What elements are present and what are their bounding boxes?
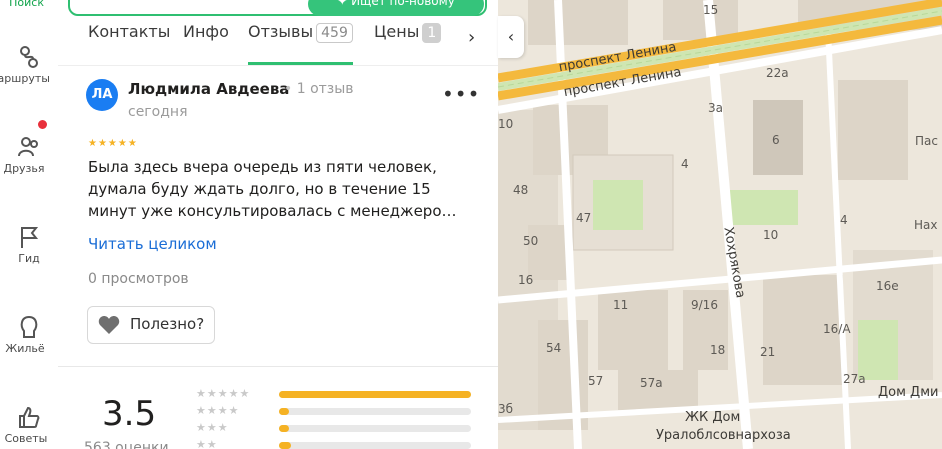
rail-item-housing[interactable]: Жильё bbox=[0, 314, 58, 355]
rail-item-label: Гид bbox=[18, 252, 40, 265]
tab-label: Отзывы bbox=[248, 22, 314, 41]
tab-count-badge: 459 bbox=[316, 23, 353, 43]
building-number: 10 bbox=[498, 117, 514, 131]
histogram-stars-4: ★★★★ bbox=[196, 404, 240, 417]
poi-label[interactable]: Дом Дми bbox=[878, 385, 938, 400]
building-number: 27а bbox=[843, 372, 866, 386]
building-number: 22а bbox=[766, 66, 789, 80]
ai-search-button-label: Ищет по-новому bbox=[351, 0, 455, 8]
author-review-count: • 1 отзыв bbox=[284, 81, 354, 97]
building-number: Пас bbox=[915, 134, 938, 148]
tab-label: Контакты bbox=[88, 22, 171, 41]
author-review-count-text: 1 отзыв bbox=[296, 81, 354, 97]
building-number: 9/16 bbox=[691, 298, 718, 312]
housing-icon bbox=[20, 315, 38, 338]
rail-search-label-fragment[interactable]: Поиск bbox=[0, 0, 44, 9]
guide-flag-icon bbox=[21, 227, 39, 248]
building-number: 4 bbox=[840, 213, 848, 227]
rail-item-label: Маршруты bbox=[0, 72, 50, 85]
review-views-count: 0 просмотров bbox=[88, 271, 189, 287]
poi-label[interactable]: Уралоблсовнархоза bbox=[656, 428, 791, 443]
tab-label: Цены bbox=[374, 22, 420, 41]
ai-search-button[interactable]: ✦ Ищет по-новому bbox=[308, 0, 484, 16]
building-number: 57а bbox=[640, 376, 663, 390]
useful-button[interactable]: Полезно? bbox=[87, 306, 215, 344]
more-options-icon[interactable]: ••• bbox=[442, 82, 480, 106]
building-number: 4 bbox=[681, 157, 689, 171]
histogram-bar-2 bbox=[279, 442, 471, 449]
friends-icon bbox=[18, 137, 38, 157]
rail-item-guide[interactable]: Гид bbox=[0, 224, 58, 265]
tab-reviews[interactable]: Отзывы 459 bbox=[248, 22, 353, 43]
histogram-fill bbox=[279, 408, 289, 415]
building-number: 47 bbox=[576, 211, 592, 225]
tabs-next-chevron-icon[interactable]: › bbox=[468, 27, 475, 48]
histogram-bar-4 bbox=[279, 408, 471, 415]
poi-label[interactable]: ЖК Дом bbox=[685, 410, 740, 425]
tab-divider bbox=[58, 65, 498, 66]
tab-info[interactable]: Инфо bbox=[183, 22, 229, 41]
building-number: 11 bbox=[613, 298, 629, 312]
review-author-name[interactable]: Людмила Авдеева bbox=[128, 80, 289, 98]
rating-count: 563 оценки bbox=[84, 440, 169, 449]
tab-label: Инфо bbox=[183, 22, 229, 41]
building-number: 21 bbox=[760, 345, 776, 359]
routes-icon bbox=[20, 46, 38, 68]
collapse-panel-chevron-icon[interactable]: ‹ bbox=[498, 16, 524, 58]
rail-item-label: Советы bbox=[4, 432, 48, 445]
separator-dot: • bbox=[284, 81, 297, 97]
rail-item-label: Жильё bbox=[5, 342, 45, 355]
building-number: 16 bbox=[518, 273, 534, 287]
sparkle-icon: ✦ bbox=[337, 0, 352, 8]
building-number: 54 bbox=[546, 341, 562, 355]
useful-button-label: Полезно? bbox=[130, 315, 205, 333]
rail-item-routes[interactable]: Маршруты bbox=[0, 44, 58, 85]
review-date: сегодня bbox=[128, 104, 188, 120]
building-number: 3б bbox=[498, 402, 514, 416]
tab-contacts[interactable]: Контакты bbox=[88, 22, 170, 41]
read-more-link[interactable]: Читать целиком bbox=[88, 235, 217, 253]
rail-item-friends[interactable]: Друзья bbox=[0, 120, 58, 175]
place-card-panel: ✦ Ищет по-новому Контакты Инфо Отзывы 459… bbox=[58, 0, 498, 449]
notification-badge bbox=[38, 120, 47, 129]
left-navigation-rail: Поиск Маршруты Друзья Гид Жильё Советы bbox=[0, 0, 59, 449]
histogram-stars-5: ★★★★★ bbox=[196, 387, 251, 400]
section-divider bbox=[58, 366, 498, 367]
building-number: 10 bbox=[763, 228, 779, 242]
average-rating: 3.5 bbox=[102, 394, 157, 434]
tab-prices[interactable]: Цены 1 bbox=[374, 22, 442, 43]
building-number: 16/А bbox=[823, 322, 851, 336]
building-number: 48 bbox=[513, 183, 529, 197]
building-number: 18 bbox=[710, 343, 726, 357]
rail-item-label: Друзья bbox=[3, 162, 45, 175]
histogram-fill bbox=[279, 442, 291, 449]
rail-item-tips[interactable]: Советы bbox=[0, 404, 58, 445]
building-number: 16е bbox=[876, 279, 899, 293]
map-view[interactable]: проспект Ленина проспект Ленина Хохряков… bbox=[498, 0, 942, 449]
tab-count-badge: 1 bbox=[422, 23, 442, 43]
building-number: 6 bbox=[772, 133, 780, 147]
histogram-stars-2: ★★ bbox=[196, 438, 218, 449]
thumbs-up-icon bbox=[19, 406, 40, 428]
avatar[interactable]: ЛА bbox=[86, 79, 118, 111]
building-number: 57 bbox=[588, 374, 604, 388]
heart-icon bbox=[98, 316, 120, 334]
building-number: 15 bbox=[703, 3, 719, 17]
histogram-bar-3 bbox=[279, 425, 471, 432]
building-number: 50 bbox=[523, 234, 539, 248]
building-number: Нах bbox=[914, 218, 938, 232]
histogram-bar-5 bbox=[279, 391, 471, 398]
review-star-rating: ★★★★★ bbox=[88, 138, 138, 149]
histogram-stars-3: ★★★ bbox=[196, 421, 229, 434]
histogram-fill bbox=[279, 391, 471, 398]
building-number: 3а bbox=[708, 101, 723, 115]
histogram-fill bbox=[279, 425, 289, 432]
review-text: Была здесь вчера очередь из пяти человек… bbox=[88, 158, 457, 220]
